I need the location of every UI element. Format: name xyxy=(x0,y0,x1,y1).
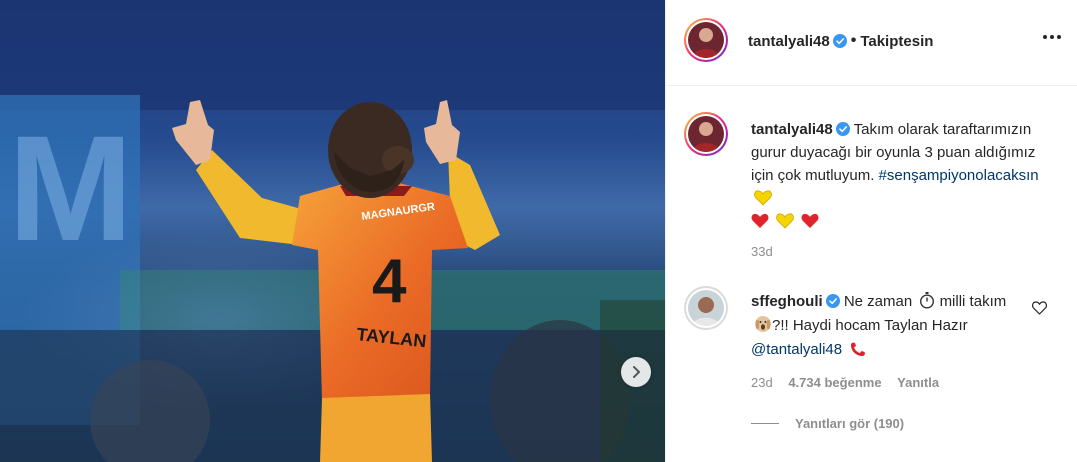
stopwatch-icon xyxy=(920,292,935,309)
view-replies-label: Yanıtları gör (190) xyxy=(795,416,905,431)
comment-mention-link[interactable]: @tantalyali48 xyxy=(751,341,842,358)
view-replies-button[interactable]: Yanıtları gör (190) xyxy=(751,416,904,431)
replies-divider-line xyxy=(751,423,779,424)
more-horizontal-icon[interactable] xyxy=(1042,34,1062,40)
avatar-photo-icon xyxy=(688,116,724,152)
next-photo-button[interactable] xyxy=(621,357,651,387)
caption-author-avatar[interactable] xyxy=(684,112,728,156)
caption-timestamp[interactable]: 33d xyxy=(751,244,773,259)
author-username[interactable]: tantalyali48 xyxy=(748,33,830,50)
post-caption: tantalyali48 Takım olarak taraftarımızın… xyxy=(751,118,1051,233)
author-avatar[interactable] xyxy=(684,18,728,62)
comment-text-part2: milli takım xyxy=(939,293,1007,310)
post-photo: M MAGNAURGR 4 TAYLAN xyxy=(0,0,665,462)
post-details-panel: tantalyali48 • Takiptesin tantalyali48 T… xyxy=(665,0,1077,462)
comment-body: sffeghouli Ne zaman milli takım ?!! Hayd… xyxy=(751,290,1021,362)
comment-text-part1: Ne zaman xyxy=(843,293,913,310)
post-header: tantalyali48 • Takiptesin xyxy=(666,0,1077,86)
avatar-photo-icon xyxy=(688,290,724,326)
yellow-heart-icon xyxy=(754,190,772,206)
screaming-face-icon xyxy=(755,316,771,332)
separator-dot: • xyxy=(850,32,857,49)
commenter-avatar[interactable] xyxy=(684,286,728,330)
instagram-post-view: M MAGNAURGR 4 TAYLAN tantalyali48 • Taki… xyxy=(0,0,1077,462)
caption-username[interactable]: tantalyali48 xyxy=(751,121,833,138)
verified-badge-icon xyxy=(825,294,840,308)
like-comment-heart-icon[interactable] xyxy=(1032,301,1047,315)
comment-timestamp[interactable]: 23d xyxy=(751,375,773,390)
red-heart-icon xyxy=(751,213,769,228)
reply-button[interactable]: Yanıtla xyxy=(897,375,939,390)
telephone-icon xyxy=(851,342,866,356)
comment-username[interactable]: sffeghouli xyxy=(751,293,823,310)
football-player-illustration: M MAGNAURGR 4 TAYLAN xyxy=(0,0,665,462)
caption-hashtag[interactable]: #senşampiyonolacaksın xyxy=(879,167,1039,184)
chevron-right-icon xyxy=(633,366,640,378)
avatar-photo-icon xyxy=(688,22,724,58)
yellow-heart-icon xyxy=(776,213,794,229)
verified-badge-icon xyxy=(832,34,847,48)
jersey-number: 4 xyxy=(372,247,407,316)
verified-badge-icon xyxy=(835,122,850,136)
comment-text-part3: ?!! Haydi hocam Taylan Hazır xyxy=(772,317,968,334)
red-heart-icon xyxy=(801,213,819,228)
comment-meta: 23d 4.734 beğenme Yanıtla xyxy=(751,375,951,390)
follow-status-button[interactable]: Takiptesin xyxy=(860,33,933,50)
comment-likes-count[interactable]: 4.734 beğenme xyxy=(788,375,881,390)
